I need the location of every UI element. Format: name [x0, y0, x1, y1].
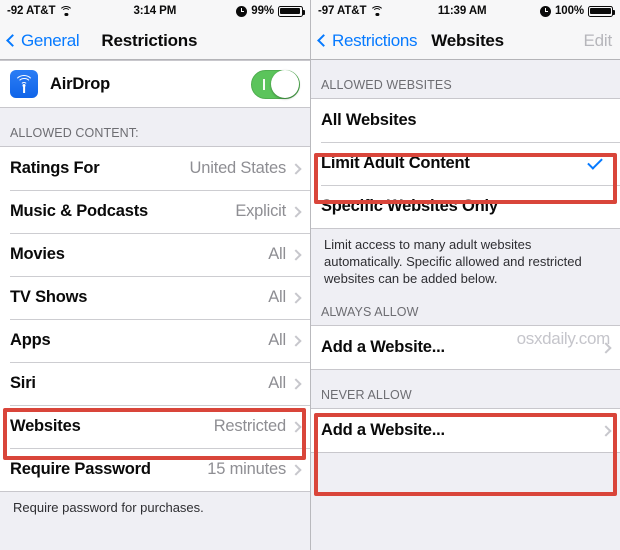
- restrictions-screen: -92 AT&T 3:14 PM 99% General Restriction…: [0, 0, 310, 550]
- row-value: All: [268, 331, 286, 349]
- airdrop-table: AirDrop: [0, 60, 310, 108]
- battery-percent-label: 100%: [554, 5, 584, 17]
- status-left-group: -97 AT&T: [318, 5, 385, 17]
- always-allow-header: ALWAYS ALLOW: [321, 305, 419, 320]
- chevron-right-icon: [290, 205, 302, 218]
- status-bar-left: -92 AT&T 3:14 PM 99%: [0, 0, 310, 22]
- toggle-on-marker: [263, 79, 265, 90]
- chevron-right-icon: [290, 334, 302, 347]
- dual-screenshot-container: -92 AT&T 3:14 PM 99% General Restriction…: [0, 0, 620, 550]
- allowed-websites-footer: Limit access to many adult websites auto…: [324, 237, 582, 287]
- battery-icon: [278, 5, 306, 17]
- carrier-label: -97 AT&T: [318, 5, 367, 17]
- status-time: 3:14 PM: [133, 5, 177, 17]
- row-value: All: [268, 374, 286, 392]
- row-value: Restricted: [213, 417, 286, 435]
- page-title: Restrictions: [101, 30, 198, 50]
- carrier-label: -92 AT&T: [7, 5, 56, 17]
- row-label: Websites: [10, 417, 81, 435]
- wifi-icon: [370, 5, 385, 17]
- chevron-left-icon: [317, 34, 330, 47]
- row-label: Add a Website...: [321, 338, 445, 357]
- alarm-clock-icon: [236, 5, 248, 17]
- chevron-right-icon: [600, 425, 612, 437]
- allowed-content-header: ALLOWED CONTENT:: [10, 126, 139, 140]
- back-button-restrictions[interactable]: Restrictions: [317, 30, 418, 51]
- checkmark-icon: [587, 153, 603, 170]
- status-left-group: -92 AT&T: [7, 5, 74, 17]
- watermark: osxdaily.com: [516, 329, 611, 348]
- row-all-websites[interactable]: All Websites: [311, 99, 620, 142]
- chevron-right-icon: [290, 248, 302, 261]
- row-limit-adult-content[interactable]: Limit Adult Content: [311, 142, 620, 185]
- websites-screen: -97 AT&T 11:39 AM 100% Restrictions Webs…: [310, 0, 620, 550]
- chevron-right-icon: [290, 291, 302, 304]
- edit-button[interactable]: Edit: [584, 31, 613, 51]
- airdrop-toggle[interactable]: [251, 69, 300, 99]
- row-value: United States: [189, 159, 287, 177]
- allowed-content-table: Ratings For United States Music & Podcas…: [0, 146, 310, 492]
- row-music-podcasts[interactable]: Music & Podcasts Explicit: [0, 190, 310, 233]
- allowed-websites-header: ALLOWED WEBSITES: [321, 78, 452, 92]
- restrictions-content: AirDrop ALLOWED CONTENT: Ratings For Uni…: [0, 60, 310, 522]
- row-apps[interactable]: Apps All: [0, 319, 310, 362]
- airdrop-row[interactable]: AirDrop: [0, 61, 310, 107]
- require-password-footer: Require password for purchases.: [13, 500, 204, 515]
- row-siri[interactable]: Siri All: [0, 362, 310, 405]
- row-label: Apps: [10, 331, 51, 349]
- alarm-clock-icon: [539, 5, 551, 17]
- status-right-group: 99%: [236, 5, 306, 17]
- status-bar-right: -97 AT&T 11:39 AM 100%: [311, 0, 620, 22]
- row-value: All: [268, 288, 286, 306]
- row-tv-shows[interactable]: TV Shows All: [0, 276, 310, 319]
- back-button-label: Restrictions: [332, 30, 418, 50]
- chevron-right-icon: [290, 162, 302, 175]
- never-allow-header: NEVER ALLOW: [321, 388, 412, 403]
- row-never-allow-add-website[interactable]: Add a Website...: [311, 409, 620, 453]
- battery-percent-label: 99%: [251, 5, 274, 17]
- toggle-knob: [271, 70, 299, 98]
- row-value: Explicit: [235, 202, 286, 220]
- airdrop-icon: [10, 70, 38, 98]
- row-websites[interactable]: Websites Restricted: [0, 405, 310, 448]
- chevron-right-icon: [290, 463, 302, 476]
- nav-bar-left: General Restrictions: [0, 22, 310, 60]
- status-right-group: 100%: [539, 5, 616, 17]
- row-ratings-for[interactable]: Ratings For United States: [0, 147, 310, 190]
- nav-bar-right: Restrictions Websites Edit: [311, 22, 620, 60]
- page-title: Websites: [431, 30, 504, 50]
- row-label: Siri: [10, 374, 36, 392]
- row-label: Ratings For: [10, 159, 100, 177]
- row-value: 15 minutes: [207, 460, 286, 478]
- row-value: All: [268, 245, 286, 263]
- websites-content: ALLOWED WEBSITES All Websites Limit Adul…: [311, 60, 620, 454]
- chevron-right-icon: [290, 377, 302, 390]
- allowed-websites-table: All Websites Limit Adult Content Specifi…: [311, 98, 620, 229]
- row-label: Add a Website...: [321, 421, 445, 440]
- row-label: TV Shows: [10, 288, 88, 306]
- row-require-password[interactable]: Require Password 15 minutes: [0, 448, 310, 491]
- never-allow-table: Add a Website...: [311, 408, 620, 454]
- wifi-icon: [59, 5, 74, 17]
- row-label: Limit Adult Content: [321, 154, 470, 172]
- back-button-general[interactable]: General: [6, 30, 80, 51]
- airdrop-label: AirDrop: [50, 74, 111, 93]
- status-time: 11:39 AM: [437, 5, 487, 17]
- chevron-left-icon: [6, 34, 19, 47]
- row-specific-websites-only[interactable]: Specific Websites Only: [311, 185, 620, 228]
- battery-icon: [588, 5, 616, 17]
- row-label: All Websites: [321, 111, 417, 129]
- row-label: Music & Podcasts: [10, 202, 149, 220]
- row-label: Require Password: [10, 460, 151, 478]
- row-movies[interactable]: Movies All: [0, 233, 310, 276]
- chevron-right-icon: [290, 420, 302, 433]
- row-label: Specific Websites Only: [321, 197, 498, 215]
- row-label: Movies: [10, 245, 65, 263]
- back-button-label: General: [21, 30, 80, 50]
